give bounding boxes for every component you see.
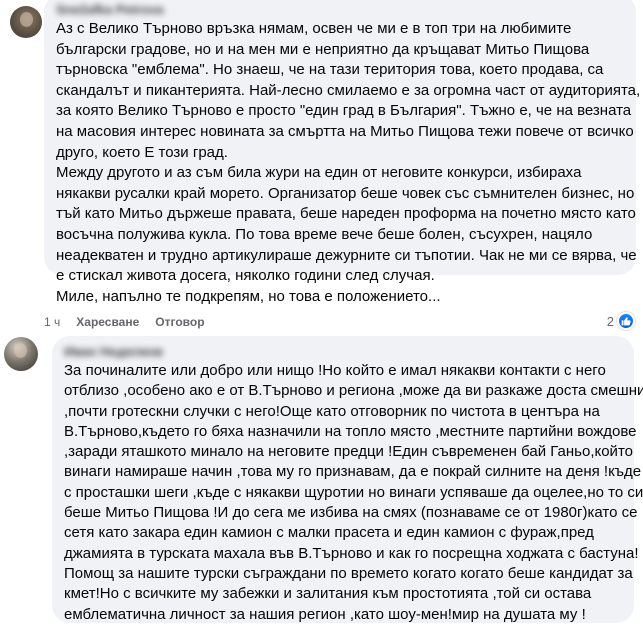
reaction-count: 2 xyxy=(606,313,614,329)
thumbs-up-icon xyxy=(617,312,635,330)
comment-bubble: Snežafka Petrova Аз с Велико Търново връ… xyxy=(44,0,640,305)
reply-button[interactable]: Отговор xyxy=(155,315,204,329)
comment-text-line: За починалите или добро или нищо !Но кой… xyxy=(64,362,606,379)
comment-author[interactable]: Иван Недялков xyxy=(64,344,622,360)
comment-text-line: търновска "емблема". Но знаеш, че на таз… xyxy=(56,61,604,79)
comment-text-line: сетя като закара един камион с малки пра… xyxy=(64,524,594,542)
comment-text-line: беше Митьо Пищова !И до сега ме избива н… xyxy=(64,504,638,522)
comment-text-line: тъй като Митьо държеше правата, беше нар… xyxy=(56,205,636,223)
comment-text-line: ,почти гротескни случки с него!Още като … xyxy=(64,402,600,420)
comment-text-line: Миле, напълно те подкрепям, но това е по… xyxy=(56,287,441,305)
comment-time[interactable]: 1 ч xyxy=(44,315,60,329)
comment-text-line: Помощ за нашите турски съграждани по вре… xyxy=(64,564,633,582)
comment-text-line: емблематична личност за нашия регион ,ка… xyxy=(64,605,586,623)
comment-text-line: български градове, но и на мен ми е непр… xyxy=(56,40,590,58)
comment-text-line: джамията в турската махала във В.Търново… xyxy=(64,544,639,562)
comment-text-line: с просташки шеги ,къде с някакви щуротии… xyxy=(64,483,643,501)
comment-text-line: ,заради яташкото минало на неговите пред… xyxy=(64,443,633,461)
comment-text-line: друго, което Е този град. xyxy=(56,143,228,161)
comment-1: Snežafka Petrova Аз с Велико Търново връ… xyxy=(0,0,643,340)
comment-text-line: Между другото и аз съм била жури на един… xyxy=(56,164,582,182)
comment-bubble: Иван Недялков За починалите или добро ил… xyxy=(52,336,643,625)
comment-text-line: някакви русалки край морето. Организатор… xyxy=(56,184,635,202)
avatar[interactable] xyxy=(4,337,38,371)
comment-text-line: на масовия интерес новината за смъртта н… xyxy=(56,122,634,140)
like-button[interactable]: Харесване xyxy=(76,315,139,329)
comment-text-line: скандалът и пикантерията. Най-лесно смил… xyxy=(56,81,641,99)
comment-text-line: В.Търново,където го бяха назначили на то… xyxy=(64,422,637,440)
comment-text-line: винаги намираше начин ,това му го призна… xyxy=(64,463,642,481)
comment-author[interactable]: Snežafka Petrova xyxy=(56,2,624,18)
comment-text-line: неадекватен и трудно артикулираше дежурн… xyxy=(56,246,637,264)
comment-text-line: е стискал живота досега, няколко години … xyxy=(56,267,435,285)
comment-text-line: за която Велико Търново е просто "един г… xyxy=(56,102,632,120)
comment-text-line: кмет!Но с всичките му забежки и залитани… xyxy=(64,585,592,603)
comment-actions: 1 ч Харесване Отговор xyxy=(44,313,221,331)
comment-text: Аз с Велико Търново връзка нямам, освен … xyxy=(56,19,641,307)
reaction-summary[interactable]: 2 xyxy=(607,312,635,330)
comment-text-line: Аз с Велико Търново връзка нямам, освен … xyxy=(56,20,572,37)
avatar[interactable] xyxy=(10,6,42,38)
comment-text: За починалите или добро или нищо !Но кой… xyxy=(64,361,643,625)
comment-text-line: отблизо ,особено ако е от В.Търново и ре… xyxy=(64,382,643,400)
comment-2: Иван Недялков За починалите или добро ил… xyxy=(0,336,643,631)
comment-text-line: восъчна полужива кукла. По това време ве… xyxy=(56,225,593,243)
